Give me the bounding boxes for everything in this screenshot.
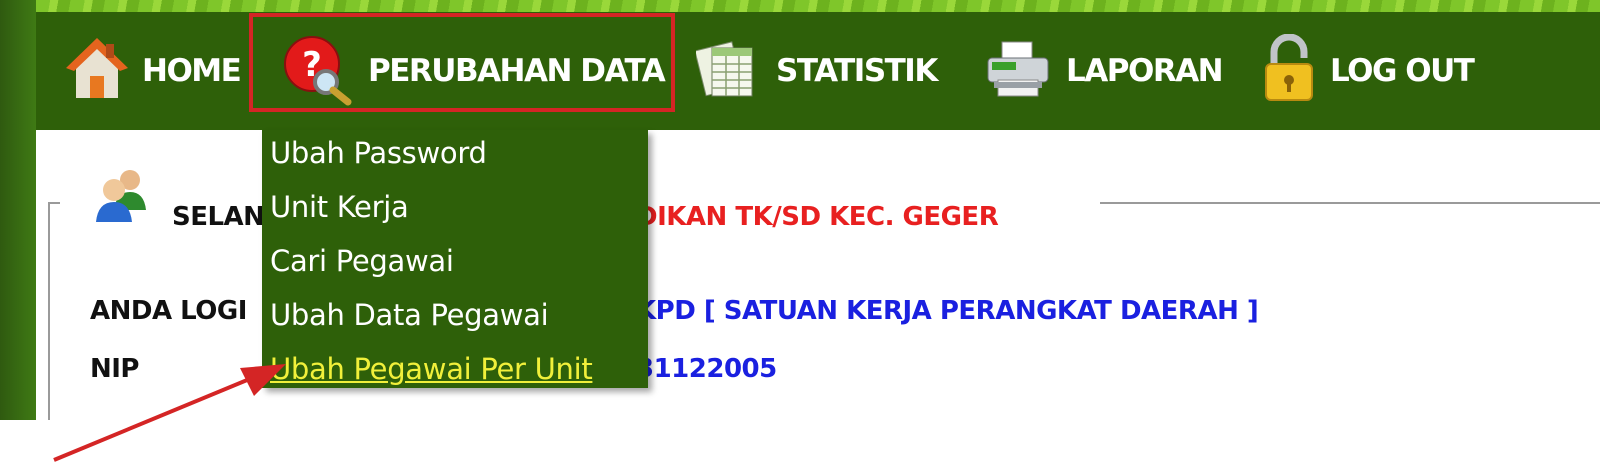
arrow-annotation	[53, 364, 286, 462]
